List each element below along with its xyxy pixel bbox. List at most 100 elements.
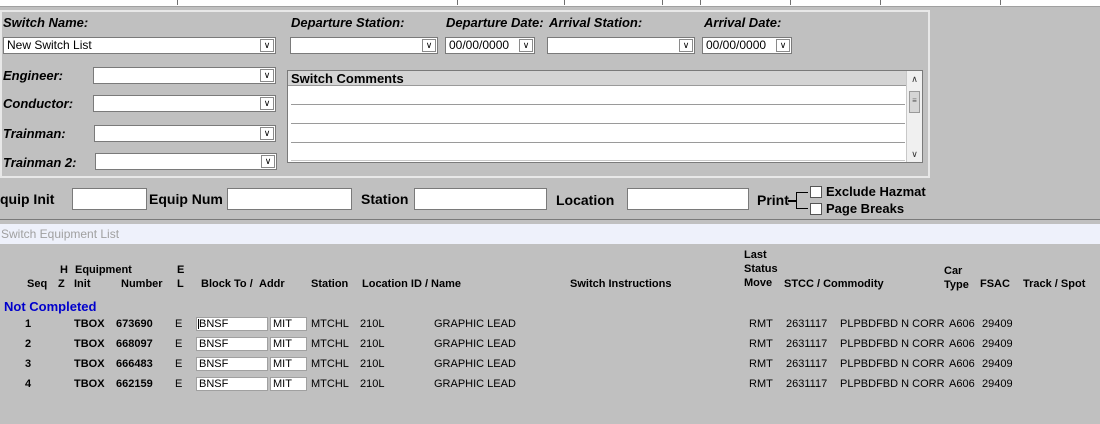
table-row[interactable]: 1 TBOX 673690 E BNSF MIT MTCHL 210L GRAP…: [0, 317, 1100, 333]
page-breaks-checkbox[interactable]: [810, 203, 822, 215]
row-number: 668097: [116, 338, 153, 350]
row-el: E: [175, 358, 183, 370]
switch-name-select[interactable]: New Switch List ∨: [3, 37, 276, 54]
switch-comments-header: Switch Comments: [288, 71, 907, 86]
row-el: E: [175, 318, 183, 330]
table-row[interactable]: 4 TBOX 662159 E BNSF MIT MTCHL 210L GRAP…: [0, 377, 1100, 393]
col-last: Last: [744, 249, 767, 261]
addr-input[interactable]: MIT: [270, 357, 307, 371]
col-hz-bottom: Z: [58, 278, 65, 290]
row-number: 662159: [116, 378, 153, 390]
arrival-station-select[interactable]: ∨: [547, 37, 695, 54]
row-stcc: 2631117: [786, 338, 828, 350]
block-to-value: BNSF: [199, 318, 229, 330]
switch-comments-box[interactable]: Switch Comments ∧ ≡ ∨: [287, 70, 923, 163]
addr-input[interactable]: MIT: [270, 377, 307, 391]
block-to-input[interactable]: BNSF: [196, 317, 268, 331]
chevron-down-icon[interactable]: ∨: [260, 39, 274, 52]
scroll-down-icon[interactable]: ∨: [908, 147, 921, 161]
col-addr: Addr: [259, 278, 285, 290]
row-move: RMT: [749, 358, 773, 370]
scroll-thumb[interactable]: ≡: [909, 91, 920, 113]
toolbar-separator: [662, 0, 663, 5]
col-status: Status: [744, 263, 778, 275]
station-label: Station: [361, 191, 409, 207]
switch-equipment-list-title: Switch Equipment List: [0, 224, 1100, 244]
comments-line: [291, 104, 905, 105]
location-input[interactable]: [627, 188, 749, 210]
row-location-id: 210L: [360, 318, 385, 330]
chevron-down-icon[interactable]: ∨: [261, 155, 275, 168]
chevron-down-icon[interactable]: ∨: [260, 97, 274, 110]
col-type: Type: [944, 279, 969, 291]
table-row[interactable]: 3 TBOX 666483 E BNSF MIT MTCHL 210L GRAP…: [0, 357, 1100, 373]
chevron-down-icon[interactable]: ∨: [519, 39, 533, 52]
arrival-date-label: Arrival Date:: [704, 15, 782, 30]
chevron-down-icon[interactable]: ∨: [260, 127, 274, 140]
departure-station-label: Departure Station:: [291, 15, 405, 30]
scroll-up-icon[interactable]: ∧: [908, 72, 921, 86]
col-number: Number: [121, 278, 163, 290]
col-track: Track / Spot: [1023, 278, 1086, 290]
departure-date-label: Departure Date:: [446, 15, 544, 30]
exclude-hazmat-checkbox[interactable]: [810, 186, 822, 198]
equip-num-input[interactable]: [227, 188, 352, 210]
row-seq: 2: [25, 338, 32, 350]
chevron-down-icon[interactable]: ∨: [260, 69, 274, 82]
row-fsac: 29409: [982, 378, 1013, 390]
block-to-value: BNSF: [199, 358, 229, 370]
block-to-input[interactable]: BNSF: [196, 357, 268, 371]
row-move: RMT: [749, 338, 773, 350]
equip-init-input[interactable]: [72, 188, 147, 210]
top-toolbar-strip: [0, 0, 1100, 7]
row-location-name: GRAPHIC LEAD: [434, 318, 516, 330]
switch-name-label: Switch Name:: [3, 15, 89, 30]
comments-line: [291, 142, 905, 143]
toolbar-separator: [790, 0, 791, 5]
row-commodity: PLPBDFBD N CORR: [840, 378, 945, 390]
block-to-input[interactable]: BNSF: [196, 337, 268, 351]
row-station: MTCHL: [311, 378, 349, 390]
chevron-down-icon[interactable]: ∨: [776, 39, 790, 52]
row-commodity: PLPBDFBD N CORR: [840, 318, 945, 330]
departure-station-select[interactable]: ∨: [290, 37, 438, 54]
col-init: Init: [74, 278, 91, 290]
arrival-date-picker[interactable]: 00/00/0000 ∨: [702, 37, 792, 54]
addr-input[interactable]: MIT: [270, 337, 307, 351]
row-commodity: PLPBDFBD N CORR: [840, 358, 945, 370]
row-location-id: 210L: [360, 378, 385, 390]
col-location: Location ID / Name: [362, 278, 462, 290]
row-station: MTCHL: [311, 318, 349, 330]
comments-scrollbar[interactable]: ∧ ≡ ∨: [906, 71, 922, 162]
not-completed-group: Not Completed: [4, 299, 97, 314]
equip-init-label: quip Init: [0, 191, 55, 207]
engineer-label: Engineer:: [3, 68, 63, 83]
engineer-select[interactable]: ∨: [93, 67, 276, 84]
col-block-to: Block To /: [201, 278, 253, 290]
addr-input[interactable]: MIT: [270, 317, 307, 331]
row-init: TBOX: [74, 378, 105, 390]
station-input[interactable]: [414, 188, 547, 210]
trainman-select[interactable]: ∨: [94, 125, 276, 142]
conductor-select[interactable]: ∨: [93, 95, 276, 112]
row-car-type: A606: [949, 378, 975, 390]
row-init: TBOX: [74, 358, 105, 370]
block-to-input[interactable]: BNSF: [196, 377, 268, 391]
row-init: TBOX: [74, 318, 105, 330]
col-move: Move: [744, 277, 773, 289]
chevron-down-icon[interactable]: ∨: [679, 39, 693, 52]
row-station: MTCHL: [311, 338, 349, 350]
col-el-bottom: L: [177, 278, 184, 290]
departure-date-picker[interactable]: 00/00/0000 ∨: [445, 37, 535, 54]
row-move: RMT: [749, 318, 773, 330]
block-to-value: BNSF: [199, 338, 229, 350]
table-row[interactable]: 2 TBOX 668097 E BNSF MIT MTCHL 210L GRAP…: [0, 337, 1100, 353]
trainman2-select[interactable]: ∨: [95, 153, 277, 170]
row-stcc: 2631117: [786, 358, 828, 370]
addr-value: MIT: [273, 338, 292, 350]
chevron-down-icon[interactable]: ∨: [422, 39, 436, 52]
row-car-type: A606: [949, 358, 975, 370]
trainman-label: Trainman:: [3, 126, 66, 141]
toolbar-separator: [564, 0, 565, 5]
addr-value: MIT: [273, 318, 292, 330]
